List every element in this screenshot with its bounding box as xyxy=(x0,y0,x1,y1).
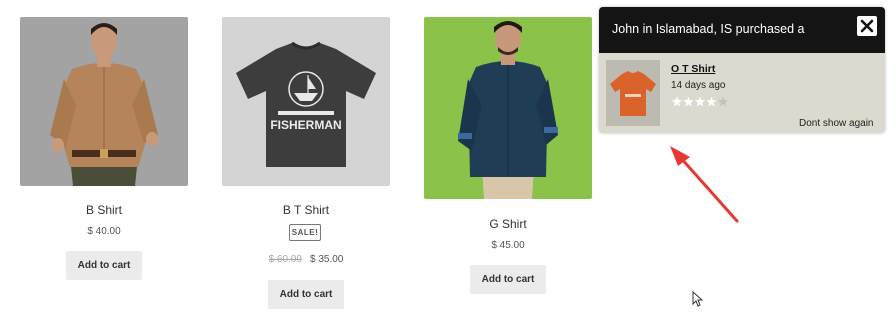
star-filled-icon xyxy=(694,96,706,107)
product-price: $ 60.00 $ 35.00 xyxy=(222,254,390,265)
add-to-cart-button[interactable]: Add to cart xyxy=(66,251,142,280)
add-to-cart-button[interactable]: Add to cart xyxy=(470,265,546,294)
close-icon[interactable] xyxy=(857,16,877,36)
product-card-g-shirt: G Shirt $ 45.00 Add to cart xyxy=(424,17,592,297)
product-title[interactable]: B Shirt xyxy=(20,203,188,217)
add-to-cart-button[interactable]: Add to cart xyxy=(268,280,344,309)
popup-product-thumbnail[interactable] xyxy=(606,60,660,126)
cursor-icon xyxy=(692,291,704,307)
sale-price: $ 35.00 xyxy=(310,254,344,265)
product-image-g-shirt[interactable] xyxy=(424,17,592,199)
popup-headline: John in Islamabad, IS purchased a xyxy=(612,22,805,36)
star-rating xyxy=(671,95,731,107)
popup-header: John in Islamabad, IS purchased a xyxy=(599,7,885,53)
popup-time-ago: 14 days ago xyxy=(671,80,726,91)
old-price: $ 60.00 xyxy=(268,254,302,265)
dont-show-again-link[interactable]: Dont show again xyxy=(799,118,874,129)
sale-badge: SALE! xyxy=(289,224,321,241)
product-price: $ 40.00 xyxy=(87,226,121,237)
product-price: $ 45.00 xyxy=(491,240,525,251)
tshirt-print-text: FISHERMAN xyxy=(270,118,341,132)
product-image-b-shirt[interactable] xyxy=(20,17,188,186)
product-image-b-t-shirt[interactable]: FISHERMAN xyxy=(222,17,390,186)
product-title[interactable]: B T Shirt xyxy=(222,203,390,217)
product-card-b-t-shirt: FISHERMAN B T Shirt SALE! $ 60.00 $ 35.00… xyxy=(222,17,390,317)
star-filled-icon xyxy=(683,96,694,107)
star-filled-icon xyxy=(706,96,717,107)
product-title[interactable]: G Shirt xyxy=(424,217,592,231)
star-empty-icon xyxy=(717,96,729,107)
popup-product-name[interactable]: O T Shirt xyxy=(671,63,715,75)
sales-notification-popup[interactable]: John in Islamabad, IS purchased a O T Sh… xyxy=(599,7,885,133)
star-filled-icon xyxy=(671,96,683,107)
product-card-b-shirt: B Shirt $ 40.00 Add to cart xyxy=(20,17,188,287)
